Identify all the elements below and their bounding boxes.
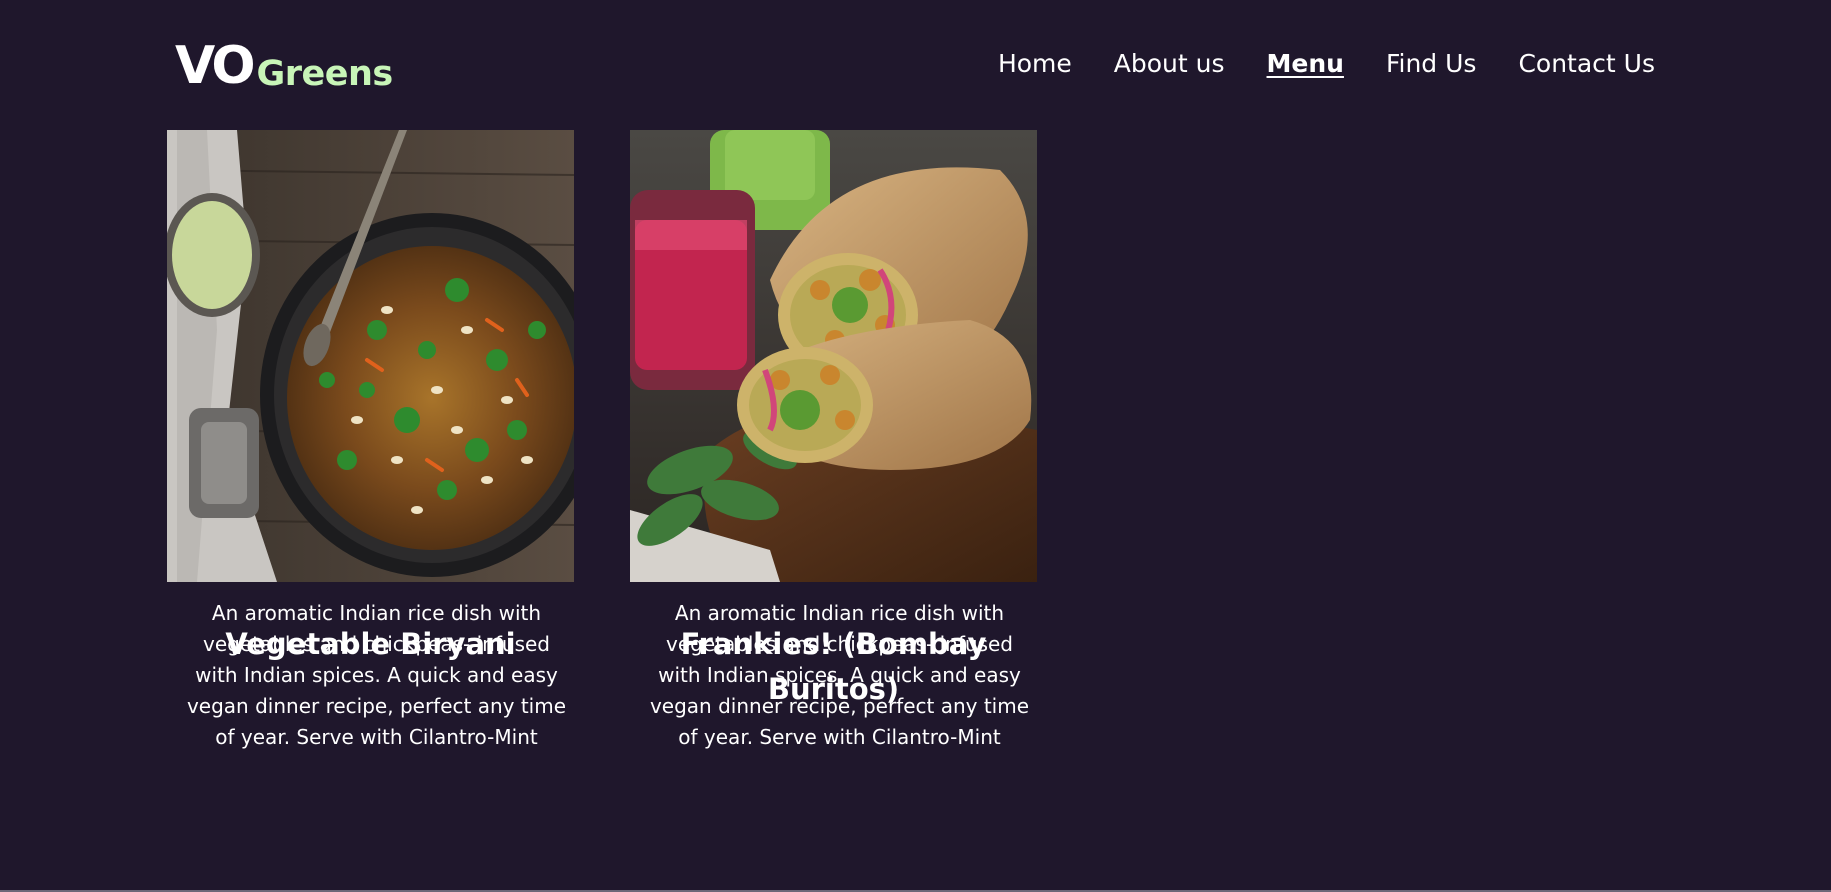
- biryani-photo: [167, 130, 574, 582]
- page: VO Greens Home About us Menu Find Us Cont…: [0, 0, 1831, 892]
- menu-card: Vegetable Biryani: [167, 130, 574, 667]
- nav-menu-link[interactable]: Menu: [1267, 44, 1344, 84]
- menu-item-description: An aromatic Indian rice dish with vegeta…: [649, 601, 1030, 749]
- nav-find-us-link[interactable]: Find Us: [1386, 44, 1477, 84]
- nav-about-link[interactable]: About us: [1114, 44, 1225, 84]
- menu-item-description: An aromatic Indian rice dish with vegeta…: [186, 601, 567, 749]
- logo-greens-text: Greens: [256, 54, 394, 94]
- nav-contact-link[interactable]: Contact Us: [1518, 44, 1655, 84]
- logo-vo-text: VO: [175, 36, 256, 96]
- site-logo[interactable]: VO Greens: [175, 38, 393, 94]
- main-nav: Home About us Menu Find Us Contact Us: [998, 44, 1655, 84]
- nav-home-link[interactable]: Home: [998, 44, 1072, 84]
- frankie-photo: [630, 130, 1037, 582]
